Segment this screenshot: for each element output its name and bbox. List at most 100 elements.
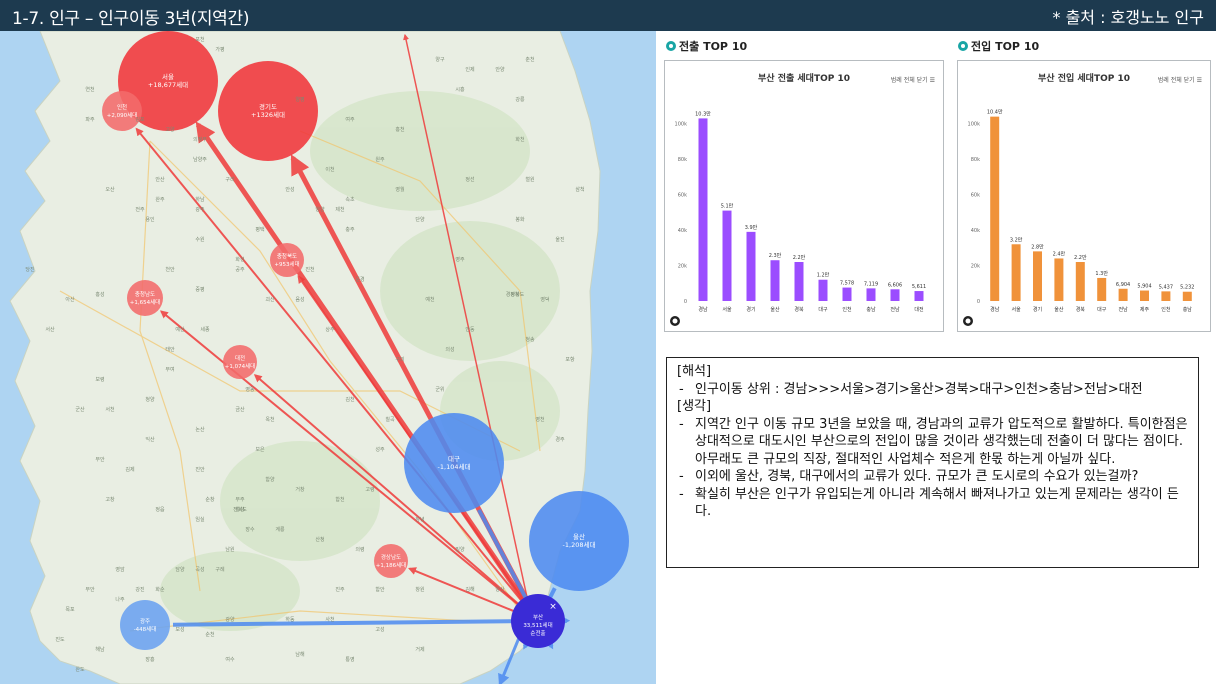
bubble-circle[interactable] <box>127 280 163 316</box>
x-tick-label: 경남 <box>698 306 708 313</box>
thought-item: 확실히 부산은 인구가 유입되는게 아니라 계속해서 빠져나가고 있는게 문제라… <box>677 486 1188 521</box>
bar-data-label: 7,119 <box>864 281 878 287</box>
place-label: 안산 <box>155 176 165 183</box>
bar[interactable] <box>794 262 804 301</box>
bar-data-label: 2.2만 <box>793 254 806 261</box>
bar[interactable] <box>1033 251 1042 301</box>
place-label: 군위 <box>435 386 444 393</box>
place-label: 강릉 <box>515 96 525 103</box>
bubble-1[interactable]: 인천+2,090세대 <box>102 91 142 131</box>
x-tick-label: 경북 <box>794 306 804 313</box>
place-label: 함안 <box>375 586 385 593</box>
bubble-10[interactable]: 부산33,511세대순전출 × <box>511 594 565 648</box>
bar[interactable] <box>842 287 852 301</box>
bar[interactable] <box>698 118 708 301</box>
place-label: 남원 <box>225 546 235 553</box>
place-label: 삼척 <box>575 186 584 193</box>
bar[interactable] <box>1075 262 1085 301</box>
logo-icon-inner <box>965 318 971 324</box>
bar[interactable] <box>1182 291 1192 301</box>
place-label: 충주 <box>345 226 355 233</box>
place-label: 진천 <box>305 266 315 273</box>
bubble-7[interactable]: 울산-1,208세대 <box>529 491 629 591</box>
bar[interactable] <box>818 279 828 301</box>
place-label: 함양 <box>265 476 275 483</box>
place-label: 의정부 <box>193 136 207 143</box>
bubble-8[interactable]: 경상남도+1,186세대 <box>374 544 408 578</box>
place-label: 보령 <box>95 376 104 383</box>
bubble-4[interactable]: 충청남도+1,654세대 <box>127 280 163 316</box>
place-label: 철원 <box>525 176 535 183</box>
bar[interactable] <box>914 291 924 301</box>
bubble-circle[interactable] <box>102 91 142 131</box>
place-label: 해남 <box>95 646 105 653</box>
place-label: 남해 <box>295 651 305 658</box>
inflow-section-label: 전입 TOP 10 <box>958 38 1039 54</box>
place-label: 하동 <box>285 616 295 623</box>
bar[interactable] <box>770 260 780 301</box>
bar[interactable] <box>990 116 1000 301</box>
place-label: 구례 <box>215 566 225 573</box>
bar[interactable] <box>890 289 900 301</box>
place-label: 파주 <box>85 116 95 123</box>
bar[interactable] <box>722 210 732 301</box>
bubble-circle[interactable] <box>223 345 257 379</box>
bar[interactable] <box>1097 277 1107 301</box>
place-label: 오산 <box>105 186 115 193</box>
place-label: 여주 <box>345 116 355 123</box>
bar[interactable] <box>866 288 876 301</box>
place-label: 영주 <box>455 256 465 263</box>
bubble-2[interactable]: 경기도+1326세대 <box>218 61 318 161</box>
bar[interactable] <box>746 231 756 301</box>
place-label: 완도 <box>75 666 85 673</box>
place-label: 고성 <box>375 626 384 633</box>
close-icon[interactable]: × <box>549 602 557 612</box>
place-label: 부여 <box>165 366 174 373</box>
y-tick-label: 60k <box>678 193 687 199</box>
bubble-circle[interactable] <box>374 544 408 578</box>
bubble-value: +1326세대 <box>251 110 285 119</box>
x-tick-label: 경북 <box>1076 306 1086 313</box>
map-canvas[interactable]: 서울+18,677세대인천+2,090세대 경기도+1326세대충청북도+953세… <box>0 31 656 684</box>
place-label: 시흥 <box>455 86 465 93</box>
bubble-region-name: 경기도 <box>259 102 277 111</box>
place-label: 창원 <box>415 586 425 593</box>
bubble-9[interactable]: 광주-448세대 <box>120 600 170 650</box>
place-label: 통영 <box>345 656 354 663</box>
bubble-circle[interactable] <box>120 600 170 650</box>
bubble-6[interactable]: 대구-1,104세대 <box>404 413 504 513</box>
bubble-circle[interactable] <box>270 243 304 277</box>
inflow-section-text: 전입 TOP 10 <box>971 40 1040 53</box>
bubble-region-name: 울산 <box>573 532 585 541</box>
place-label: 성주 <box>375 446 385 453</box>
place-label: 장수 <box>245 526 255 533</box>
x-tick-label: 서울 <box>722 306 732 313</box>
bar[interactable] <box>1054 258 1064 301</box>
place-label: 광주 <box>195 206 205 213</box>
bar[interactable] <box>1140 290 1149 301</box>
y-tick-label: 40k <box>971 228 980 234</box>
place-label: 양구 <box>435 56 445 63</box>
bar[interactable] <box>1161 291 1171 301</box>
place-label: 포천 <box>195 36 205 43</box>
place-label: 정선 <box>465 176 475 183</box>
place-label: 예천 <box>425 296 435 303</box>
bubble-circle[interactable] <box>511 594 565 648</box>
place-label: 화성 <box>235 256 244 263</box>
bubble-5[interactable]: 대전+1,074세대 <box>223 345 257 379</box>
place-label: 거창 <box>295 486 305 493</box>
bar[interactable] <box>1011 244 1021 301</box>
bar[interactable] <box>1118 288 1128 301</box>
place-label: 진도 <box>55 636 65 643</box>
thought-item: 이외에 울산, 경북, 대구에서의 교류가 있다. 규모가 큰 도시로의 수요가… <box>677 468 1188 486</box>
place-label: 평창 <box>510 291 520 298</box>
place-label: 김제 <box>125 466 135 473</box>
y-tick-label: 20k <box>678 264 687 270</box>
bubble-3[interactable]: 충청북도+953세대 <box>270 243 304 277</box>
place-label: 단양 <box>415 216 425 223</box>
place-label: 부안 <box>95 456 105 463</box>
analysis-box: [해석] 인구이동 상위 : 경남>>>서울>경기>울산>경북>대구>인천>충남… <box>666 357 1199 568</box>
place-label: 순천 <box>205 631 215 638</box>
migration-map[interactable]: 서울 +18,677세대 인천 +2,090세대 경기도 +1326세대 충청북도 +953세… <box>0 31 656 684</box>
place-label: 천안 <box>165 266 175 273</box>
